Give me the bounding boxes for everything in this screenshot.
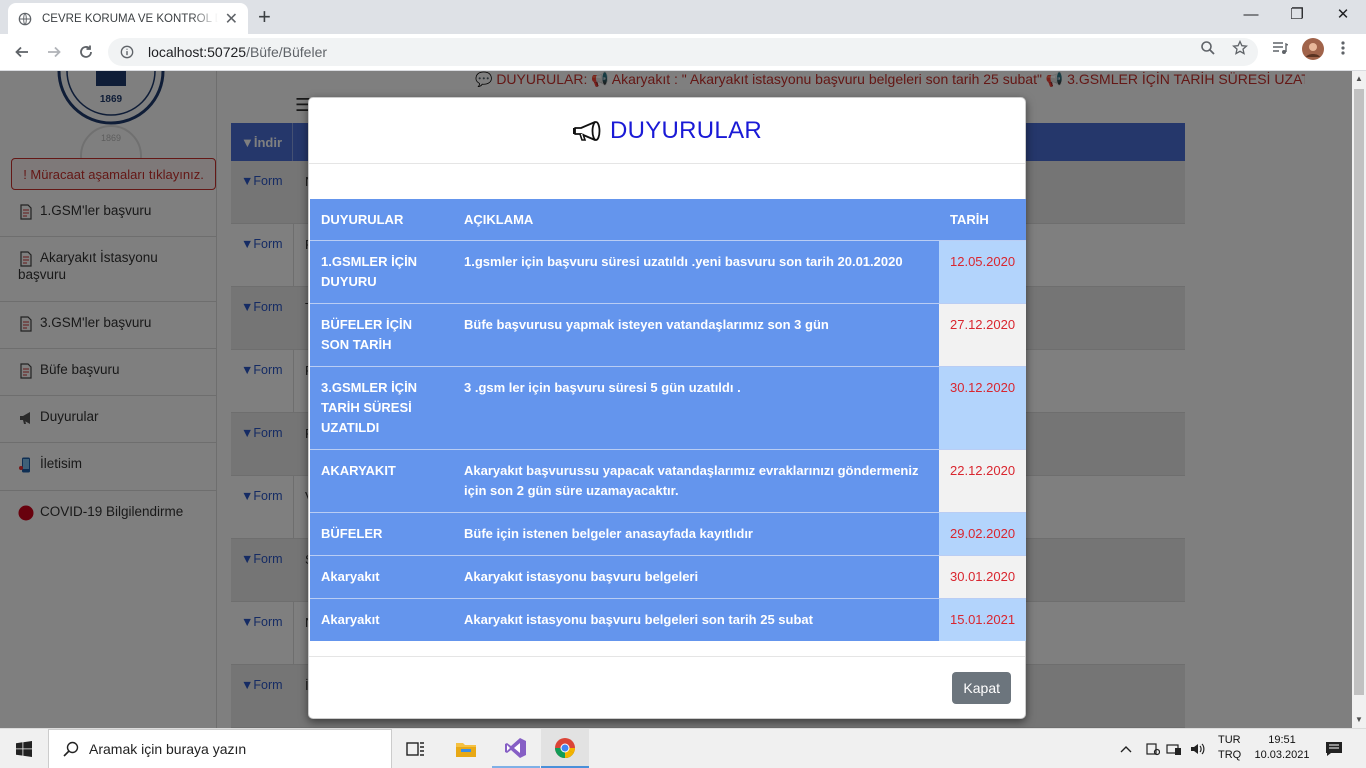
system-clock[interactable]: 19:51 10.03.2021 — [1250, 733, 1314, 763]
reload-icon[interactable] — [74, 40, 98, 64]
column-header-aciklama: AÇIKLAMA — [453, 199, 939, 240]
show-hidden-icons-chevron-icon[interactable] — [1120, 729, 1132, 768]
announcement-date: 30.01.2020 — [939, 554, 1026, 598]
modal-title: DUYURULAR — [609, 116, 763, 144]
volume-icon[interactable] — [1190, 729, 1206, 768]
keyboard-layout-code: TRQ — [1218, 749, 1242, 761]
announcement-title: AKARYAKIT — [310, 448, 453, 512]
table-row: Akaryakıt Akaryakıt istasyonu başvuru be… — [310, 554, 1026, 598]
announcement-date: 15.01.2021 — [939, 597, 1026, 641]
announcement-date: 27.12.2020 — [939, 302, 1026, 366]
page-scrollbar[interactable]: ▲ ▼ — [1352, 71, 1366, 728]
task-view-icon[interactable] — [392, 729, 440, 768]
announcement-title: 1.GSMLER İÇİN DUYURU — [310, 239, 453, 303]
input-language-indicator[interactable]: TUR TRQ — [1218, 733, 1241, 763]
announcement-title: Akaryakıt — [310, 554, 453, 598]
announcement-description: Büfe başvurusu yapmak isteyen vatandaşla… — [453, 302, 939, 366]
search-icon — [63, 741, 79, 757]
search-placeholder: Aramak için buraya yazın — [89, 741, 247, 757]
media-control-icon[interactable] — [1272, 40, 1289, 59]
table-row: AKARYAKIT Akaryakıt başvurussu yapacak v… — [310, 448, 1026, 512]
scroll-up-arrow-icon[interactable]: ▲ — [1352, 71, 1366, 87]
table-row: BÜFELER Büfe için istenen belgeler anasa… — [310, 511, 1026, 555]
clock-date: 10.03.2021 — [1254, 749, 1310, 761]
announcement-date: 30.12.2020 — [939, 365, 1026, 449]
file-explorer-icon[interactable] — [442, 729, 490, 768]
clock-time: 19:51 — [1268, 734, 1296, 746]
notification-center-icon[interactable] — [1325, 729, 1343, 768]
new-tab-icon[interactable]: + — [258, 5, 271, 29]
close-button[interactable]: Kapat — [952, 672, 1011, 704]
profile-avatar[interactable] — [1302, 38, 1324, 63]
announcement-description: Akaryakıt istasyonu başvuru belgeleri so… — [453, 597, 939, 641]
announcement-date: 22.12.2020 — [939, 448, 1026, 512]
table-header-row: DUYURULAR AÇIKLAMA TARİH — [310, 199, 1026, 240]
megaphone-icon — [572, 120, 601, 141]
back-arrow-icon[interactable] — [10, 40, 34, 64]
table-row: Akaryakıt Akaryakıt istasyonu başvuru be… — [310, 597, 1026, 641]
url-text: localhost:50725/Büfe/Büfeler — [148, 44, 328, 60]
announcement-description: 3 .gsm ler için başvuru süresi 5 gün uza… — [453, 365, 939, 449]
announcement-date: 12.05.2020 — [939, 239, 1026, 303]
windows-taskbar: Aramak için buraya yazın TUR TRQ 19:51 1… — [0, 728, 1366, 768]
announcement-description: Büfe için istenen belgeler anasayfada ka… — [453, 511, 939, 555]
windows-start-icon[interactable] — [0, 729, 48, 768]
network-icon[interactable] — [1166, 729, 1182, 768]
scrollbar-thumb[interactable] — [1354, 89, 1364, 695]
announcement-title: BÜFELER İÇİN SON TARİH — [310, 302, 453, 366]
column-header-tarih: TARİH — [939, 199, 1026, 240]
address-bar[interactable]: localhost:50725/Büfe/Büfeler — [108, 38, 1258, 66]
visual-studio-icon[interactable] — [492, 729, 540, 768]
tab-strip: CEVRE KORUMA VE KONTROL DAİRESİ ✕ + — ❐ … — [0, 0, 1366, 34]
language-code: TUR — [1218, 734, 1241, 746]
table-row: BÜFELER İÇİN SON TARİH Büfe başvurusu ya… — [310, 302, 1026, 366]
minimize-icon[interactable]: — — [1228, 4, 1274, 26]
announcement-description: Akaryakıt başvurussu yapacak vatandaşlar… — [453, 448, 939, 512]
tab-close-icon[interactable]: ✕ — [225, 9, 238, 29]
announcements-modal: DUYURULAR DUYURULAR AÇIKLAMA TARİH 1.GSM… — [308, 97, 1026, 719]
info-icon[interactable] — [120, 45, 134, 59]
globe-icon — [18, 12, 32, 25]
chrome-icon[interactable] — [541, 729, 589, 768]
browser-toolbar: localhost:50725/Büfe/Büfeler — [0, 34, 1366, 71]
forward-arrow-icon[interactable] — [42, 40, 66, 64]
modal-header: DUYURULAR — [309, 98, 1025, 164]
table-row: 1.GSMLER İÇİN DUYURU 1.gsmler için başvu… — [310, 239, 1026, 303]
announcement-title: Akaryakıt — [310, 597, 453, 641]
announcement-title: BÜFELER — [310, 511, 453, 555]
zoom-icon[interactable] — [1200, 40, 1216, 59]
taskbar-search-box[interactable]: Aramak için buraya yazın — [48, 729, 392, 768]
scroll-down-arrow-icon[interactable]: ▼ — [1352, 712, 1366, 728]
announcement-description: Akaryakıt istasyonu başvuru belgeleri — [453, 554, 939, 598]
maximize-icon[interactable]: ❐ — [1274, 4, 1320, 26]
announcement-title: 3.GSMLER İÇİN TARİH SÜRESİ UZATILDI — [310, 365, 453, 449]
modal-footer: Kapat — [309, 656, 1025, 719]
tab-title: CEVRE KORUMA VE KONTROL DAİRESİ — [42, 12, 218, 25]
browser-tab[interactable]: CEVRE KORUMA VE KONTROL DAİRESİ ✕ — [8, 3, 248, 34]
announcements-table: DUYURULAR AÇIKLAMA TARİH 1.GSMLER İÇİN D… — [310, 199, 1026, 641]
announcement-date: 29.02.2020 — [939, 511, 1026, 555]
table-row: 3.GSMLER İÇİN TARİH SÜRESİ UZATILDI 3 .g… — [310, 365, 1026, 449]
browser-menu-icon[interactable] — [1340, 40, 1346, 59]
announcement-description: 1.gsmler için başvuru süresi uzatıldı .y… — [453, 239, 939, 303]
tablet-mode-icon[interactable] — [1144, 729, 1160, 768]
window-close-icon[interactable]: ✕ — [1320, 4, 1366, 26]
column-header-duyurular: DUYURULAR — [310, 199, 453, 240]
bookmark-star-icon[interactable] — [1232, 39, 1248, 59]
